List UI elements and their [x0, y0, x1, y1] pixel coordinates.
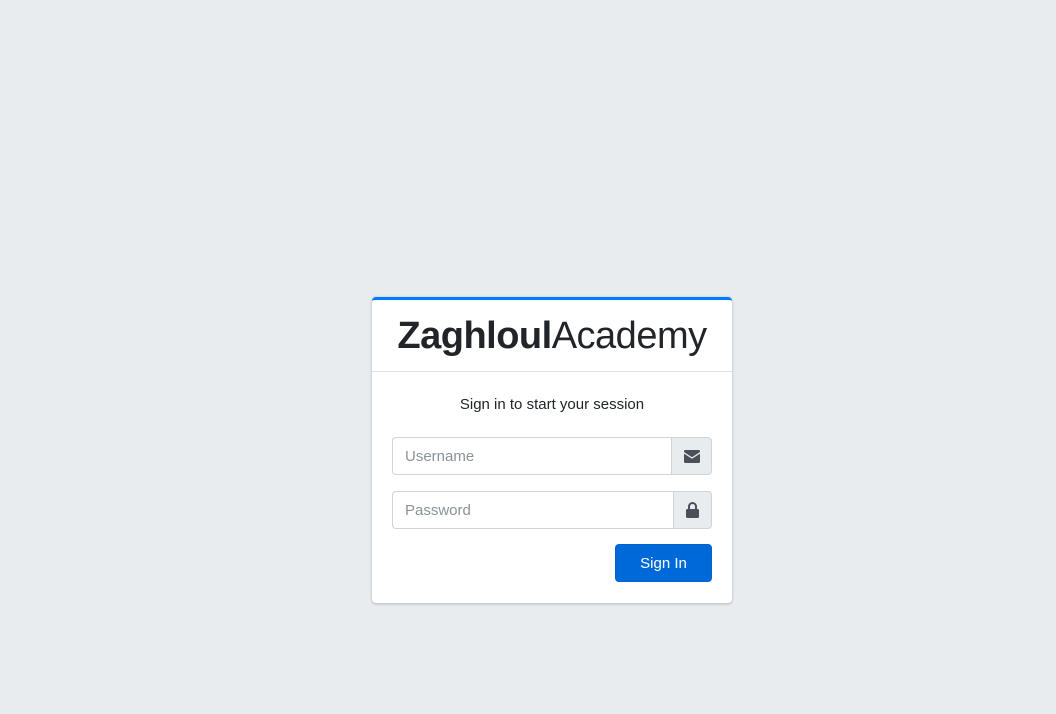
password-input[interactable] — [392, 491, 673, 529]
sign-in-button[interactable]: Sign In — [615, 544, 712, 582]
login-box-message: Sign in to start your session — [459, 396, 645, 413]
brand-name-bold: Zaghloul — [397, 314, 552, 357]
username-input-group — [392, 437, 712, 475]
username-input[interactable] — [392, 437, 671, 475]
password-addon — [673, 491, 712, 529]
envelope-icon — [683, 449, 700, 463]
password-input-group — [392, 491, 712, 529]
brand-logo[interactable]: ZaghloulAcademy — [397, 314, 707, 357]
login-card: ZaghloulAcademy Sign in to start your se… — [372, 297, 732, 603]
username-addon — [671, 437, 712, 475]
lock-icon — [686, 502, 699, 518]
brand-name-light: Academy — [551, 314, 707, 357]
login-card-header: ZaghloulAcademy — [372, 300, 732, 372]
login-card-body: Sign in to start your session Sign In — [372, 372, 732, 582]
